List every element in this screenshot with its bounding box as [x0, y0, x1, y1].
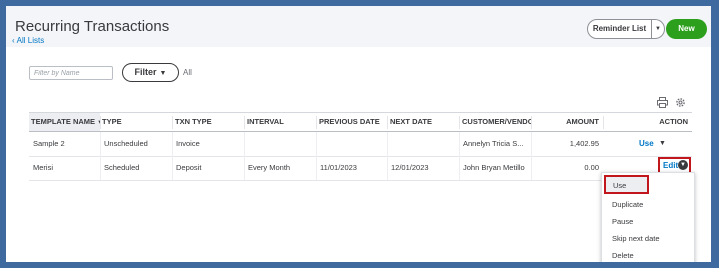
new-button[interactable]: New [666, 19, 707, 39]
caret-down-icon: ▼ [655, 26, 661, 32]
column-header-template-name[interactable]: TEMPLATE NAME ▼ [29, 113, 100, 131]
txn-type-cell: Invoice [176, 139, 200, 148]
action-dropdown-menu: Use Duplicate Pause Skip next date Delet… [601, 172, 695, 262]
column-divider [387, 156, 388, 180]
column-divider [387, 116, 388, 129]
previous-date-cell: 11/01/2023 [320, 163, 357, 172]
column-divider [387, 132, 388, 156]
column-header-type: TYPE [102, 117, 122, 126]
customer-cell: Annelyn Tricia S... [463, 139, 524, 148]
column-divider [172, 156, 173, 180]
use-link[interactable]: Use [639, 139, 654, 148]
column-divider [172, 132, 173, 156]
template-name-cell: Sample 2 [33, 139, 65, 148]
reminder-list-button[interactable]: Reminder List [587, 19, 652, 39]
page-header: Recurring Transactions ‹ All Lists Remind… [6, 6, 711, 47]
reminder-dropdown-button[interactable]: ▼ [652, 19, 665, 39]
txn-type-cell: Deposit [176, 163, 202, 172]
column-header-action: ACTION [659, 117, 688, 126]
chevron-down-icon[interactable]: ▼ [678, 160, 688, 170]
column-divider [100, 116, 101, 129]
next-date-cell: 12/01/2023 [391, 163, 429, 172]
print-icon[interactable] [657, 97, 668, 108]
template-name-cell: Merisi [33, 163, 53, 172]
column-divider [531, 132, 532, 156]
column-header-customer-vendor: CUSTOMER/VENDO [462, 117, 531, 126]
column-divider [172, 116, 173, 129]
column-divider [244, 132, 245, 156]
column-header-next-date: NEXT DATE [390, 117, 432, 126]
column-divider [100, 156, 101, 180]
table-row[interactable]: Sample 2 Unscheduled Invoice Annelyn Tri… [29, 132, 692, 157]
interval-cell [248, 132, 314, 156]
caret-down-icon: ▼ [159, 70, 167, 77]
column-header-amount: AMOUNT [566, 117, 599, 126]
column-divider [100, 132, 101, 156]
filter-button-label: Filter [134, 67, 157, 77]
column-divider [316, 156, 317, 180]
column-divider [459, 116, 460, 129]
menu-item-skip-next-date[interactable]: Skip next date [602, 230, 694, 247]
column-header-interval: INTERVAL [247, 117, 284, 126]
customer-cell: John Bryan Metillo [463, 163, 525, 172]
previous-date-cell [320, 132, 386, 156]
all-lists-label: All Lists [16, 36, 45, 45]
menu-item-delete[interactable]: Delete [602, 247, 694, 262]
chevron-left-icon: ‹ [12, 36, 15, 45]
caret-down-icon[interactable]: ▼ [659, 140, 666, 147]
table-header: TEMPLATE NAME ▼ TYPE TXN TYPE INTERVAL P… [29, 112, 692, 132]
column-divider [603, 116, 604, 129]
menu-item-pause[interactable]: Pause [602, 213, 694, 230]
recurring-transactions-page: Recurring Transactions ‹ All Lists Remind… [6, 6, 711, 262]
column-divider [459, 156, 460, 180]
all-lists-link[interactable]: ‹ All Lists [12, 36, 44, 45]
menu-item-use[interactable]: Use [604, 175, 649, 194]
filter-scope-label: All [183, 68, 192, 77]
table-row[interactable]: Merisi Scheduled Deposit Every Month 11/… [29, 156, 692, 181]
filter-by-name-input[interactable] [29, 66, 113, 80]
column-divider [316, 116, 317, 129]
interval-cell: Every Month [248, 163, 291, 172]
menu-item-duplicate[interactable]: Duplicate [602, 196, 694, 213]
filter-button[interactable]: Filter ▼ [122, 63, 179, 82]
column-header-previous-date: PREVIOUS DATE [319, 117, 380, 126]
type-cell: Scheduled [104, 163, 140, 172]
next-date-cell [391, 132, 457, 156]
gear-icon[interactable] [675, 97, 686, 108]
column-divider [531, 156, 532, 180]
column-divider [316, 132, 317, 156]
type-cell: Unscheduled [104, 139, 148, 148]
column-divider [244, 116, 245, 129]
edit-link[interactable]: Edit [663, 161, 678, 170]
page-title: Recurring Transactions [15, 18, 170, 35]
amount-cell: 0.00 [584, 163, 599, 172]
amount-cell: 1,402.95 [569, 139, 599, 148]
column-divider [459, 132, 460, 156]
column-divider [244, 156, 245, 180]
column-divider [531, 116, 532, 129]
column-header-txn-type: TXN TYPE [175, 117, 212, 126]
